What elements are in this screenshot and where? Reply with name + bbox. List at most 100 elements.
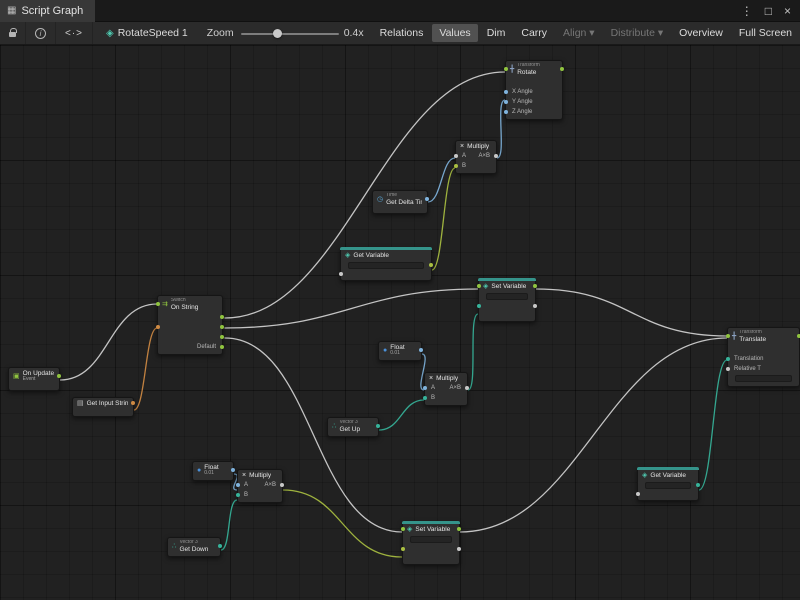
edge-4[interactable] [225,289,478,328]
toolbar-button-carry[interactable]: Carry [514,24,554,42]
port-r[interactable] [220,315,224,319]
port-r[interactable] [533,284,537,288]
tab-script-graph[interactable]: ▦ Script Graph [0,0,95,22]
node-get-variable-1[interactable]: ◈Get Variable [340,247,432,281]
port-r[interactable] [425,197,429,201]
edge-7[interactable] [428,158,455,202]
graph-canvas[interactable]: ╋TransformRotateX AngleY AngleZ Angle×Mu… [0,45,800,600]
port-l[interactable] [423,386,427,390]
edge-9[interactable] [536,289,727,336]
edge-6[interactable] [432,168,455,270]
toolbar-button-relations[interactable]: Relations [373,24,431,42]
node-set-variable-2[interactable]: ◈Set Variable [402,521,460,565]
port-r[interactable] [560,67,564,71]
port-r[interactable] [220,335,224,339]
variable-name-field[interactable] [735,375,792,382]
port-l[interactable] [504,90,508,94]
port-l[interactable] [726,357,730,361]
toolbar-button-full-screen[interactable]: Full Screen [732,24,799,42]
zoom-slider-thumb[interactable] [273,29,282,38]
port-l[interactable] [454,154,458,158]
node-on-update[interactable]: ▣On UpdateEvent [8,367,60,391]
port-r[interactable] [457,527,461,531]
port-l[interactable] [401,527,405,531]
port-r[interactable] [280,483,284,487]
port-l[interactable] [726,367,730,371]
node-translate[interactable]: ╋TransformTranslateTranslationRelative T [727,327,800,387]
edge-2[interactable] [134,328,157,410]
port-r[interactable] [231,468,235,472]
port-l[interactable] [236,483,240,487]
variable-name-field[interactable] [645,482,691,489]
edge-3[interactable] [225,72,505,318]
node-vector3-get-down[interactable]: ∴Vector 3Get Down [167,537,221,557]
node-multiply-1[interactable]: ×MultiplyAA×BB [455,140,497,174]
code-view-icon[interactable]: <·> [65,28,83,39]
node-multiply-3[interactable]: ×MultiplyAA×BB [237,469,283,503]
toolbar-button-overview[interactable]: Overview [672,24,730,42]
variable-name-field[interactable] [348,262,424,269]
edge-17[interactable] [699,360,727,490]
port-r[interactable] [131,401,135,405]
port-l[interactable] [504,110,508,114]
port-r[interactable] [376,424,380,428]
edge-15[interactable] [283,490,402,557]
node-switch-on-string[interactable]: ⇉SwitchOn StringDefault [157,295,223,355]
variable-name-field[interactable] [410,536,452,543]
edge-16[interactable] [460,338,727,532]
node-vector3-get-up[interactable]: ∴Vector 3Get Up [327,417,379,437]
port-l[interactable] [477,304,481,308]
edge-11[interactable] [379,400,424,430]
port-l[interactable] [339,272,343,276]
node-get-delta-time[interactable]: ◷TimeGet Delta Time [372,190,428,214]
toolbar-button-dim[interactable]: Dim [480,24,513,42]
edge-12[interactable] [468,314,478,390]
port-l[interactable] [156,325,160,329]
port-r[interactable] [696,483,700,487]
close-icon[interactable]: × [784,4,791,18]
port-r[interactable] [419,348,423,352]
variable-name-field[interactable] [486,293,528,300]
edge-8[interactable] [497,100,505,158]
node-set-variable-1[interactable]: ◈Set Variable [478,278,536,322]
port-r[interactable] [220,325,224,329]
toolbar-button-align[interactable]: Align ▾ [556,24,602,42]
port-l[interactable] [156,302,160,306]
maximize-icon[interactable]: □ [765,4,772,18]
port-r[interactable] [429,263,433,267]
port-l[interactable] [477,284,481,288]
port-l[interactable] [726,334,730,338]
port-l[interactable] [236,493,240,497]
port-l[interactable] [454,164,458,168]
graph-asset-icon: ◈ [106,28,114,39]
port-r[interactable] [457,547,461,551]
node-multiply-2[interactable]: ×MultiplyAA×BB [424,372,468,406]
port-l[interactable] [504,100,508,104]
port-l[interactable] [636,492,640,496]
port-r[interactable] [218,544,222,548]
port-r[interactable] [57,374,61,378]
port-l[interactable] [504,67,508,71]
toolbar-button-distribute[interactable]: Distribute ▾ [604,24,671,42]
node-rotate[interactable]: ╋TransformRotateX AngleY AngleZ Angle [505,60,563,120]
graph-name[interactable]: RotateSpeed 1 [118,27,188,39]
port-r[interactable] [533,304,537,308]
window-menu-icon[interactable]: ⋮ [741,4,753,18]
edge-14[interactable] [221,500,237,550]
lock-icon[interactable] [9,32,16,37]
node-get-input-string[interactable]: ▤Get Input Strin [72,397,134,417]
edge-1[interactable] [60,304,157,380]
node-titles: SwitchOn String [171,298,198,311]
transform-icon: ╋ [510,66,514,73]
port-r[interactable] [465,386,469,390]
port-l[interactable] [423,396,427,400]
node-get-variable-2[interactable]: ◈Get Variable [637,467,699,501]
node-float-1[interactable]: ●Float0.01 [378,341,422,361]
node-float-2[interactable]: ●Float0.01 [192,461,234,481]
toolbar-button-values[interactable]: Values [432,24,477,42]
port-l[interactable] [401,547,405,551]
zoom-slider[interactable] [241,22,337,44]
port-r[interactable] [220,345,224,349]
info-icon[interactable]: i [35,28,46,39]
port-r[interactable] [494,154,498,158]
